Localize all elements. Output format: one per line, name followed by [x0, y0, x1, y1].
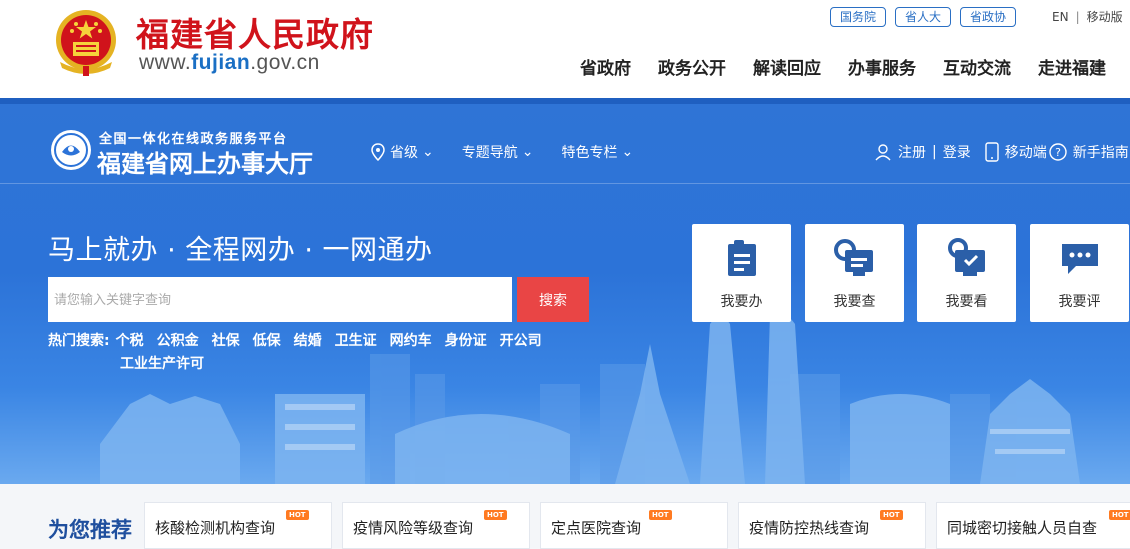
- recommend-item-label: 疫情防控热线查询: [749, 519, 870, 537]
- chevron-down-icon: ⌄: [422, 144, 434, 160]
- quick-action-label: 我要查: [833, 294, 876, 310]
- nav-interpretation[interactable]: 解读回应: [753, 54, 821, 79]
- recommend-item[interactable]: 同城密切接触人员自查 HOT: [936, 502, 1130, 549]
- nav-government-affairs[interactable]: 政务公开: [658, 54, 726, 79]
- nav-province-label: 省级: [390, 145, 418, 161]
- hot-search-item[interactable]: 公积金: [157, 333, 199, 349]
- link-provincial-cppcc[interactable]: 省政协: [960, 7, 1017, 27]
- service-hall-bar: 全国一体化在线政务服务平台 福建省网上办事大厅 省级 ⌄ 专题导航 ⌄ 特色专栏…: [0, 104, 1130, 184]
- user-icon: [875, 144, 891, 161]
- recommend-title: 为您推荐: [48, 518, 132, 542]
- hot-search-item[interactable]: 结婚: [294, 333, 322, 349]
- recommend-item[interactable]: 疫情防控热线查询 HOT: [738, 502, 926, 549]
- hot-badge: HOT: [649, 510, 672, 520]
- nav-featured-columns[interactable]: 特色专栏 ⌄: [561, 142, 633, 162]
- login-link[interactable]: 登录: [943, 142, 971, 162]
- main-nav: 省政府 政务公开 解读回应 办事服务 互动交流 走进福建: [580, 54, 1106, 79]
- hot-badge: HOT: [484, 510, 507, 520]
- search-button[interactable]: 搜索: [517, 277, 589, 322]
- hot-search-item[interactable]: 社保: [212, 333, 240, 349]
- hot-search-item[interactable]: 身份证: [445, 333, 487, 349]
- url-prefix: www.: [139, 51, 192, 74]
- svg-text:?: ?: [1055, 146, 1061, 159]
- query-icon: [833, 239, 873, 276]
- link-provincial-congress[interactable]: 省人大: [895, 7, 952, 27]
- nav-province-level[interactable]: 省级 ⌄: [370, 142, 434, 162]
- hot-search-item[interactable]: 卫生证: [335, 333, 377, 349]
- nav-about-fujian[interactable]: 走进福建: [1038, 54, 1106, 79]
- hot-search-line2: 工业生产许可: [48, 353, 588, 376]
- service-hall-hero: 全国一体化在线政务服务平台 福建省网上办事大厅 省级 ⌄ 专题导航 ⌄ 特色专栏…: [0, 98, 1130, 484]
- hero-slogan: 马上就办 · 全程网办 · 一网通办: [48, 235, 433, 266]
- register-link[interactable]: 注册: [898, 142, 926, 162]
- quick-action-handle[interactable]: 我要办: [692, 224, 791, 322]
- service-hall-logo-icon[interactable]: [50, 129, 92, 171]
- english-link[interactable]: EN: [1052, 10, 1069, 24]
- auth-divider: |: [932, 144, 937, 160]
- recommend-section: 为您推荐 核酸检测机构查询 HOT 疫情风险等级查询 HOT 定点医院查询 HO…: [0, 484, 1130, 549]
- hot-badge: HOT: [1109, 510, 1130, 520]
- hot-search-item[interactable]: 低保: [253, 333, 281, 349]
- user-account: 注册 | 登录: [874, 142, 971, 162]
- help-icon: ?: [1049, 143, 1067, 161]
- view-icon: [947, 238, 985, 276]
- hot-search-item[interactable]: 开公司: [500, 333, 542, 349]
- national-emblem-icon[interactable]: [50, 6, 122, 78]
- hot-search-item[interactable]: 网约车: [390, 333, 432, 349]
- nav-topic-guide[interactable]: 专题导航 ⌄: [462, 142, 534, 162]
- comment-icon: [1061, 244, 1098, 274]
- location-pin-icon: [371, 143, 385, 161]
- url-domain: fujian: [191, 51, 251, 74]
- hot-search-label: 热门搜索:: [48, 333, 110, 349]
- nav-interaction[interactable]: 互动交流: [943, 54, 1011, 79]
- quick-action-comment[interactable]: 我要评: [1030, 224, 1129, 322]
- hot-searches: 热门搜索: 个税 公积金 社保 低保 结婚 卫生证 网约车 身份证 开公司 工业生产许可: [48, 330, 588, 376]
- quick-action-label: 我要评: [1058, 294, 1101, 310]
- language-switch: EN | 移动版: [1052, 8, 1123, 25]
- mobile-link-label: 移动端: [1004, 145, 1047, 161]
- url-suffix: .gov.cn: [250, 51, 320, 74]
- hall-user-links: 注册 | 登录 移动端 ? 新手指南: [874, 142, 1129, 162]
- quick-action-label: 我要看: [945, 294, 988, 310]
- chevron-down-icon: ⌄: [521, 144, 534, 160]
- hot-search-item[interactable]: 工业生产许可: [120, 356, 204, 372]
- recommend-item[interactable]: 疫情风险等级查询 HOT: [342, 502, 530, 549]
- site-header: 福建省人民政府 www.fujian.gov.cn 国务院 省人大 省政协 EN…: [0, 0, 1130, 98]
- hot-badge: HOT: [286, 510, 309, 520]
- recommend-item-label: 疫情风险等级查询: [353, 519, 474, 537]
- quick-action-view[interactable]: 我要看: [917, 224, 1016, 322]
- handle-icon: [727, 240, 756, 276]
- recommend-item-label: 核酸检测机构查询: [155, 519, 276, 537]
- nav-services[interactable]: 办事服务: [848, 54, 916, 79]
- quick-action-query[interactable]: 我要查: [805, 224, 904, 322]
- mobile-phone-icon: [985, 142, 999, 162]
- lang-separator: |: [1075, 10, 1080, 24]
- mobile-version-link[interactable]: 移动版: [1087, 10, 1123, 24]
- nav-featured-label: 特色专栏: [561, 145, 618, 161]
- search-input[interactable]: [48, 277, 512, 322]
- recommend-item[interactable]: 核酸检测机构查询 HOT: [144, 502, 332, 549]
- recommend-item-label: 同城密切接触人员自查: [947, 519, 1098, 537]
- site-url: www.fujian.gov.cn: [139, 51, 320, 75]
- link-state-council[interactable]: 国务院: [830, 7, 887, 27]
- top-links: 国务院 省人大 省政协: [830, 7, 1017, 27]
- hall-name[interactable]: 福建省网上办事大厅: [97, 144, 313, 179]
- hot-badge: HOT: [880, 510, 903, 520]
- quick-action-label: 我要办: [720, 294, 763, 310]
- mobile-link[interactable]: 移动端: [985, 142, 1047, 162]
- recommend-item[interactable]: 定点医院查询 HOT: [540, 502, 728, 549]
- nav-topic-label: 专题导航: [461, 145, 518, 161]
- nav-provincial-government[interactable]: 省政府: [580, 54, 631, 79]
- site-title[interactable]: 福建省人民政府: [136, 8, 374, 56]
- guide-link[interactable]: ? 新手指南: [1049, 142, 1129, 162]
- hot-search-item[interactable]: 个税: [116, 333, 144, 349]
- guide-link-label: 新手指南: [1072, 145, 1129, 161]
- chevron-down-icon: ⌄: [621, 144, 634, 160]
- recommend-item-label: 定点医院查询: [551, 519, 642, 537]
- hall-nav: 省级 ⌄ 专题导航 ⌄ 特色专栏 ⌄: [370, 142, 633, 162]
